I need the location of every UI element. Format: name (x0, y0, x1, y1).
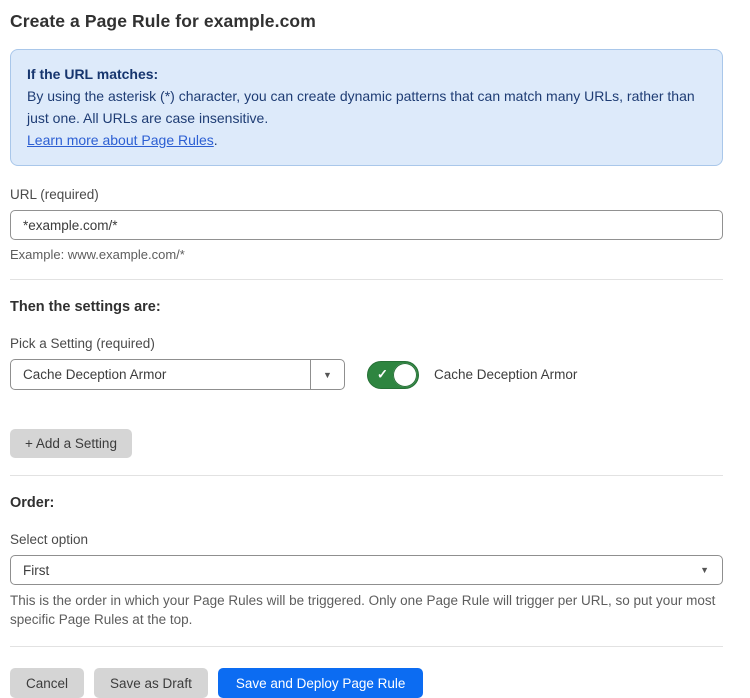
chevron-down-icon: ▼ (323, 370, 332, 380)
divider (10, 279, 723, 280)
check-icon: ✓ (377, 366, 388, 382)
setting-toggle-wrap: ✓ Cache Deception Armor (367, 361, 577, 389)
setting-select-arrow-button[interactable]: ▼ (310, 360, 344, 389)
order-section-heading: Order: (10, 495, 723, 511)
toggle-label: Cache Deception Armor (434, 367, 577, 382)
info-box-body: By using the asterisk (*) character, you… (27, 85, 706, 129)
url-input[interactable] (10, 210, 723, 240)
info-box-heading: If the URL matches: (27, 63, 706, 85)
chevron-down-icon: ▼ (700, 565, 709, 575)
save-as-draft-button[interactable]: Save as Draft (94, 668, 208, 698)
cancel-button[interactable]: Cancel (10, 668, 84, 698)
cache-deception-armor-toggle[interactable]: ✓ (367, 361, 419, 389)
setting-row: Cache Deception Armor ▼ ✓ Cache Deceptio… (10, 359, 723, 390)
setting-select[interactable]: Cache Deception Armor ▼ (10, 359, 345, 390)
learn-more-link[interactable]: Learn more about Page Rules (27, 132, 214, 148)
order-select-label: Select option (10, 532, 723, 547)
setting-select-value: Cache Deception Armor (11, 360, 310, 389)
divider (10, 646, 723, 647)
toggle-knob (393, 363, 417, 387)
order-helper-text: This is the order in which your Page Rul… (10, 591, 723, 629)
order-select-value: First (23, 563, 49, 578)
settings-section-heading: Then the settings are: (10, 299, 723, 315)
url-example-helper: Example: www.example.com/* (10, 247, 723, 262)
add-setting-button[interactable]: + Add a Setting (10, 429, 132, 458)
page-rule-form: Create a Page Rule for example.com If th… (0, 0, 750, 698)
url-match-info-box: If the URL matches: By using the asteris… (10, 49, 723, 166)
divider (10, 475, 723, 476)
pick-setting-label: Pick a Setting (required) (10, 336, 723, 351)
save-and-deploy-button[interactable]: Save and Deploy Page Rule (218, 668, 424, 698)
page-title: Create a Page Rule for example.com (10, 11, 723, 32)
footer-buttons: Cancel Save as Draft Save and Deploy Pag… (10, 668, 723, 698)
info-box-link-line: Learn more about Page Rules. (27, 129, 706, 151)
order-select[interactable]: First ▼ (10, 555, 723, 585)
url-field-label: URL (required) (10, 187, 723, 202)
link-suffix: . (214, 132, 218, 148)
